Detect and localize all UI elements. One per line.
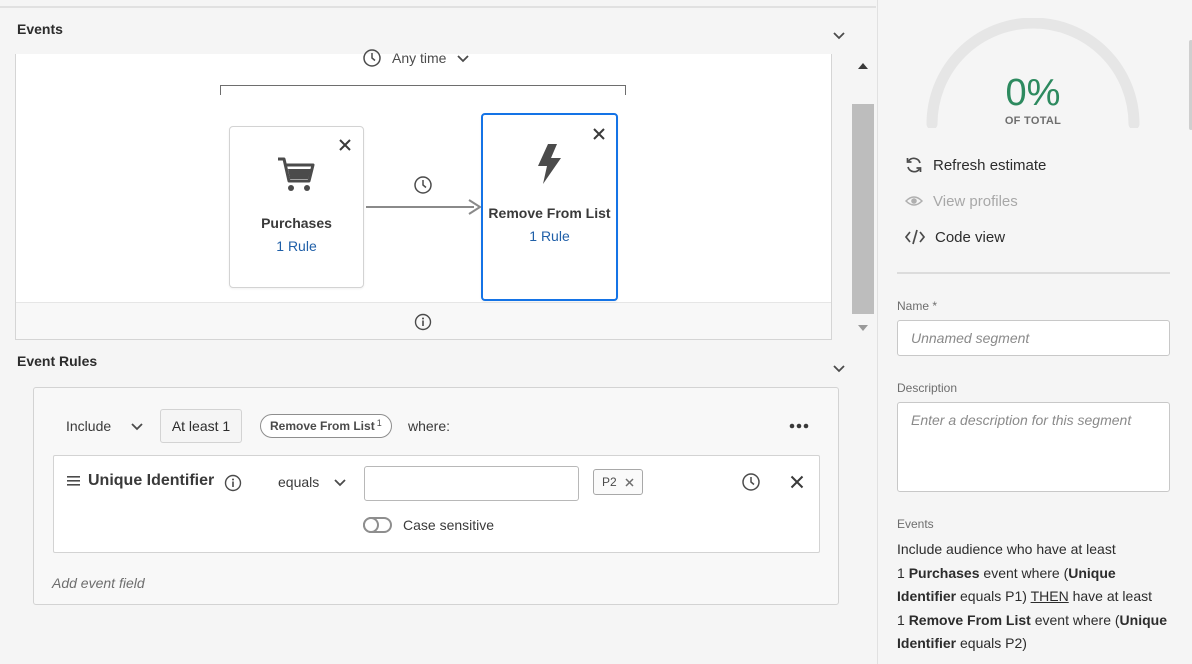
code-view-label: Code view xyxy=(935,228,1006,246)
where-label: where: xyxy=(408,418,451,434)
chevron-down-icon[interactable] xyxy=(130,419,144,433)
summary-p2-cond: equals P2) xyxy=(960,635,1027,652)
events-canvas xyxy=(15,54,832,340)
scroll-up-icon[interactable] xyxy=(858,62,868,70)
eye-icon xyxy=(905,196,923,206)
lightning-icon xyxy=(538,144,561,184)
events-section-title: Events xyxy=(17,21,63,37)
canvas-scrollbar-thumb[interactable] xyxy=(852,104,874,314)
segment-builder: Events Any time Purchases 1 Rule Remove … xyxy=(0,0,1192,664)
segment-description-placeholder: Enter a description for this segment xyxy=(911,412,1132,428)
event-pill-remove-from-list[interactable]: Remove From List 1 xyxy=(260,414,392,438)
field-name: Unique Identifier xyxy=(88,472,215,489)
segment-summary: Include audience who have at least 1 Pur… xyxy=(897,538,1177,656)
summary-p2-where: event where ( xyxy=(1034,611,1120,628)
clock-icon[interactable] xyxy=(413,175,433,195)
count-selector[interactable]: At least 1 xyxy=(160,409,242,443)
segment-description-input[interactable]: Enter a description for this segment xyxy=(897,402,1170,492)
code-icon xyxy=(905,229,925,245)
value-tag: P2 xyxy=(593,469,643,495)
estimate-percent: 0% xyxy=(1005,72,1061,114)
event-rule-link[interactable]: 1 Rule xyxy=(230,235,363,258)
rule-header: Include At least 1 Remove From List 1 whe… xyxy=(34,388,838,454)
close-icon[interactable] xyxy=(592,127,606,141)
drag-handle-icon[interactable] xyxy=(67,476,80,486)
event-name: Remove From List xyxy=(488,205,611,221)
operator-label: equals xyxy=(278,474,320,490)
more-icon[interactable] xyxy=(789,422,809,430)
view-profiles-label: View profiles xyxy=(933,192,1018,210)
value-input[interactable] xyxy=(364,466,579,501)
top-divider xyxy=(0,6,876,8)
add-event-field-link[interactable]: Add event field xyxy=(52,575,145,591)
view-profiles-button[interactable]: View profiles xyxy=(905,190,1018,212)
clock-icon[interactable] xyxy=(741,472,761,492)
refresh-icon xyxy=(906,157,922,173)
operator-dropdown[interactable]: equals xyxy=(278,474,319,490)
case-sensitive-label: Case sensitive xyxy=(403,517,495,533)
arrow-head-icon xyxy=(468,199,482,215)
case-sensitive-toggle[interactable] xyxy=(363,517,392,533)
include-mode-label: Include xyxy=(66,418,112,434)
clock-icon xyxy=(363,49,381,67)
summary-p1-count: 1 xyxy=(897,564,905,581)
summary-p1-cond: equals P1) xyxy=(960,588,1027,605)
summary-p2-event: Remove From List xyxy=(908,611,1031,628)
sequence-arrow xyxy=(366,206,474,208)
cart-icon xyxy=(278,157,315,191)
event-rules-section-title: Event Rules xyxy=(17,353,98,369)
event-field-row: Unique Identifier equals P2 Case sensiti… xyxy=(53,455,820,553)
segment-name-placeholder: Unnamed segment xyxy=(911,330,1030,346)
summary-then: THEN xyxy=(1030,588,1069,605)
summary-p1-event: Purchases xyxy=(908,564,980,581)
segment-properties-panel: 0% OF TOTAL Refresh estimate View profil… xyxy=(877,0,1192,664)
chevron-down-icon[interactable] xyxy=(333,475,347,489)
close-icon[interactable] xyxy=(338,138,352,152)
scroll-down-icon[interactable] xyxy=(858,324,868,332)
canvas-footer xyxy=(16,302,831,339)
summary-p1-where: event where ( xyxy=(983,564,1069,581)
name-field-label: Name * xyxy=(897,299,938,313)
description-field-label: Description xyxy=(897,381,958,395)
info-icon[interactable] xyxy=(414,313,432,331)
estimate-label: OF TOTAL xyxy=(1004,115,1062,127)
event-rule-link[interactable]: 1 Rule xyxy=(483,225,616,248)
event-card-purchases[interactable]: Purchases 1 Rule xyxy=(229,126,364,288)
sequence-bracket xyxy=(220,85,626,95)
chevron-down-icon[interactable] xyxy=(831,27,847,43)
code-view-button[interactable]: Code view xyxy=(905,226,1005,248)
summary-p2-count: 1 xyxy=(897,611,905,628)
summary-events-label: Events xyxy=(897,517,934,531)
time-filter-dropdown[interactable]: Any time xyxy=(362,48,470,68)
count-label: At least 1 xyxy=(171,418,231,434)
chevron-down-icon xyxy=(457,55,470,63)
close-icon[interactable] xyxy=(790,475,804,489)
event-pill-count: 1 xyxy=(376,418,382,428)
time-filter-label: Any time xyxy=(392,50,447,66)
refresh-estimate-button[interactable]: Refresh estimate xyxy=(905,154,1046,176)
panel-divider xyxy=(897,272,1170,274)
summary-then-rest: have at least xyxy=(1072,588,1152,605)
segment-name-input[interactable]: Unnamed segment xyxy=(897,320,1170,356)
event-card-remove-from-list[interactable]: Remove From List 1 Rule xyxy=(481,113,618,301)
event-pill-label: Remove From List xyxy=(270,419,375,433)
builder-canvas-area: Events Any time Purchases 1 Rule Remove … xyxy=(0,0,876,664)
event-rule-card: Include At least 1 Remove From List 1 whe… xyxy=(33,387,839,605)
remove-tag-icon[interactable] xyxy=(625,477,634,487)
refresh-estimate-label: Refresh estimate xyxy=(933,156,1047,174)
info-icon[interactable] xyxy=(224,474,242,492)
value-tag-label: P2 xyxy=(602,475,617,489)
event-name: Purchases xyxy=(261,215,332,231)
summary-line1: Include audience who have at least xyxy=(897,541,1116,557)
include-mode-dropdown[interactable]: Include xyxy=(66,418,111,434)
chevron-down-icon[interactable] xyxy=(831,360,847,376)
